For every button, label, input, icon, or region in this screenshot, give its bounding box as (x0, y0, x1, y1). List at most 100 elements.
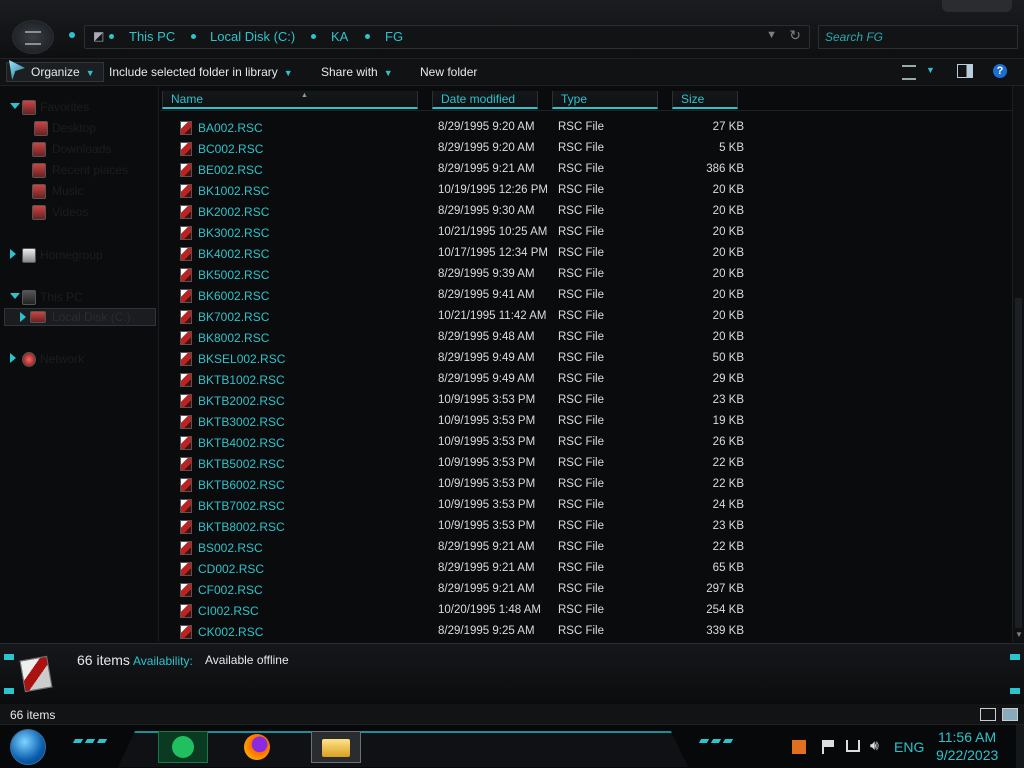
input-language-indicator[interactable]: ENG (894, 739, 924, 755)
file-row[interactable]: BK2002.RSC 8/29/1995 9:30 AM RSC File 20 KB (160, 202, 750, 223)
large-icons-view-icon[interactable] (1002, 708, 1018, 721)
clock-time[interactable]: 11:56 AM (938, 729, 996, 745)
start-button[interactable] (10, 729, 46, 765)
sidebar-item-recent-places[interactable]: Recent places (0, 161, 150, 179)
file-type: RSC File (558, 163, 605, 175)
search-input[interactable] (825, 30, 1011, 44)
file-explorer-icon[interactable] (311, 731, 361, 763)
chevron-down-icon[interactable]: ▼ (766, 29, 777, 41)
file-row[interactable]: BK1002.RSC 10/19/1995 12:26 PM RSC File 20 … (160, 181, 750, 202)
file-row[interactable]: BA002.RSC 8/29/1995 9:20 AM RSC File 27 KB (160, 118, 750, 139)
scroll-down-arrow-icon[interactable]: ▼ (1015, 630, 1023, 639)
expand-arrow-icon[interactable] (10, 249, 16, 259)
network-icon[interactable] (846, 740, 860, 752)
breadcrumb-ka[interactable]: KA (331, 29, 348, 44)
rsc-file-icon (180, 205, 192, 219)
search-box[interactable] (818, 25, 1018, 49)
file-row[interactable]: BKTB6002.RSC 10/9/1995 3:53 PM RSC File 22 … (160, 475, 750, 496)
rsc-file-icon (180, 289, 192, 303)
back-forward-nav-button[interactable] (12, 20, 54, 54)
file-row[interactable]: BK3002.RSC 10/21/1995 10:25 AM RSC File 20 … (160, 223, 750, 244)
expand-arrow-icon[interactable] (20, 312, 26, 322)
refresh-icon[interactable]: ↻ (789, 27, 801, 44)
file-date-modified: 10/21/1995 10:25 AM (438, 226, 548, 238)
file-row[interactable]: BK8002.RSC 8/29/1995 9:48 AM RSC File 20 KB (160, 328, 750, 349)
sidebar-item-videos[interactable]: Videos (0, 203, 150, 221)
file-row[interactable]: BE002.RSC 8/29/1995 9:21 AM RSC File 386 KB (160, 160, 750, 181)
file-date-modified: 10/19/1995 12:26 PM (438, 184, 548, 196)
sidebar-item-homegroup[interactable]: Homegroup (0, 246, 150, 264)
clock-date[interactable]: 9/22/2023 (936, 747, 998, 763)
sidebar-item-desktop[interactable]: Desktop (0, 119, 150, 137)
file-row[interactable]: BC002.RSC 8/29/1995 9:20 AM RSC File 5 KB (160, 139, 750, 160)
file-row[interactable]: BKTB5002.RSC 10/9/1995 3:53 PM RSC File 22 … (160, 454, 750, 475)
window-controls[interactable] (942, 0, 1012, 12)
breadcrumb-fg[interactable]: FG (385, 29, 403, 44)
file-row[interactable]: CI002.RSC 10/20/1995 1:48 AM RSC File 254 K… (160, 601, 750, 622)
column-header-name[interactable]: Name ▲ (162, 91, 418, 109)
expand-arrow-icon[interactable] (10, 103, 20, 109)
column-header-date[interactable]: Date modified (432, 91, 538, 109)
file-type: RSC File (558, 352, 605, 364)
column-header-type[interactable]: Type (552, 91, 658, 109)
sidebar-item-favorites[interactable]: Favorites (0, 98, 150, 116)
file-row[interactable]: BKTB8002.RSC 10/9/1995 3:53 PM RSC File 23 … (160, 517, 750, 538)
file-type: RSC File (558, 625, 605, 637)
folder-thumbnail-icon (19, 655, 53, 693)
new-folder-button[interactable]: New folder (420, 65, 477, 79)
file-row[interactable]: BK5002.RSC 8/29/1995 9:39 AM RSC File 20 KB (160, 265, 750, 286)
sidebar-item-local-disk[interactable]: Local Disk (C:) (0, 309, 150, 327)
breadcrumb-local-disk[interactable]: Local Disk (C:) (210, 29, 295, 44)
volume-icon[interactable]: 🔊︎ (870, 737, 884, 753)
corner-accent (1010, 688, 1020, 694)
file-row[interactable]: CF002.RSC 8/29/1995 9:21 AM RSC File 297 KB (160, 580, 750, 601)
file-row[interactable]: BK6002.RSC 8/29/1995 9:41 AM RSC File 20 KB (160, 286, 750, 307)
sidebar-item-downloads[interactable]: Downloads (0, 140, 150, 158)
file-row[interactable]: CK002.RSC 8/29/1995 9:25 AM RSC File 339 KB (160, 622, 750, 643)
file-row[interactable]: BKSEL002.RSC 8/29/1995 9:49 AM RSC File 50 … (160, 349, 750, 370)
details-view-icon[interactable] (980, 708, 996, 721)
file-type: RSC File (558, 541, 605, 553)
file-row[interactable]: BKTB7002.RSC 10/9/1995 3:53 PM RSC File 24 … (160, 496, 750, 517)
view-options-icon[interactable] (902, 65, 916, 80)
file-row[interactable]: BKTB4002.RSC 10/9/1995 3:53 PM RSC File 26 … (160, 433, 750, 454)
file-name: BKTB2002.RSC (198, 394, 285, 408)
sidebar-item-network[interactable]: Network (0, 350, 150, 368)
chevron-down-icon[interactable]: ▼ (926, 65, 935, 75)
file-date-modified: 8/29/1995 9:25 AM (438, 625, 535, 637)
action-center-flag-icon[interactable] (822, 740, 834, 754)
file-row[interactable]: BKTB2002.RSC 10/9/1995 3:53 PM RSC File 23 … (160, 391, 750, 412)
file-date-modified: 8/29/1995 9:39 AM (438, 268, 535, 280)
crumb-separator (109, 34, 114, 39)
organize-label: Organize (31, 65, 80, 79)
computer-icon (22, 290, 36, 305)
sidebar-item-music[interactable]: Music (0, 182, 150, 200)
tray-app-icon[interactable] (792, 740, 806, 754)
include-in-library-button[interactable]: Include selected folder in library ▼ (109, 65, 293, 79)
file-row[interactable]: BKTB1002.RSC 8/29/1995 9:49 AM RSC File 29 … (160, 370, 750, 391)
file-type: RSC File (558, 226, 605, 238)
firefox-icon[interactable] (234, 731, 282, 761)
notes-app-icon[interactable] (158, 731, 208, 763)
sidebar-item-this-pc[interactable]: This PC (0, 288, 150, 306)
file-row[interactable]: BK7002.RSC 10/21/1995 11:42 AM RSC File 20 … (160, 307, 750, 328)
file-date-modified: 10/9/1995 3:53 PM (438, 499, 536, 511)
expand-arrow-icon[interactable] (10, 293, 20, 299)
file-row[interactable]: BKTB3002.RSC 10/9/1995 3:53 PM RSC File 19 … (160, 412, 750, 433)
address-bar[interactable]: ◩ This PC Local Disk (C:) KA FG ▼ ↻ (69, 25, 810, 49)
breadcrumb-this-pc[interactable]: This PC (129, 29, 175, 44)
scrollbar-thumb[interactable] (1015, 298, 1022, 628)
file-row[interactable]: BS002.RSC 8/29/1995 9:21 AM RSC File 22 KB (160, 538, 750, 559)
file-type: RSC File (558, 268, 605, 280)
file-size: 20 KB (712, 226, 744, 238)
preview-pane-icon[interactable] (957, 64, 973, 78)
file-row[interactable]: BK4002.RSC 10/17/1995 12:34 PM RSC File 20 … (160, 244, 750, 265)
help-icon[interactable]: ? (993, 64, 1007, 78)
show-desktop-button[interactable] (1016, 725, 1024, 768)
expand-arrow-icon[interactable] (10, 353, 16, 363)
organize-button[interactable]: Organize ▼ (6, 60, 104, 82)
file-row[interactable]: CD002.RSC 8/29/1995 9:21 AM RSC File 65 KB (160, 559, 750, 580)
vertical-scrollbar[interactable]: ▼ (1012, 86, 1024, 642)
column-header-size[interactable]: Size (672, 91, 738, 109)
share-with-button[interactable]: Share with ▼ (321, 65, 393, 79)
